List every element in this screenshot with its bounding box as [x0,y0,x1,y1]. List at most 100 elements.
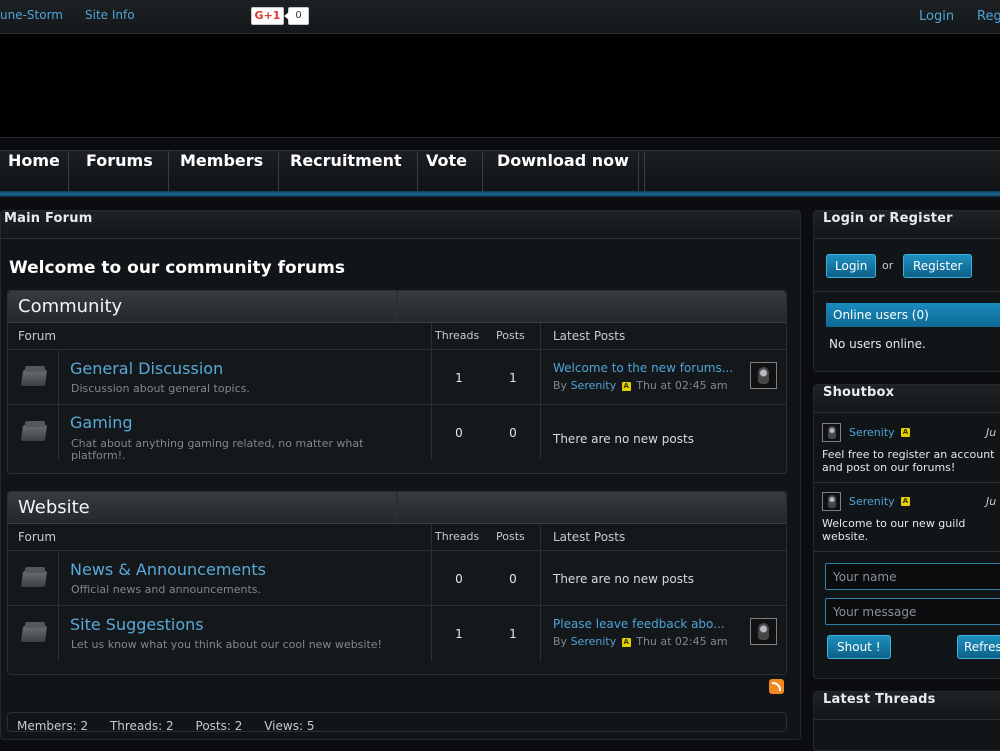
rank-badge: A [901,497,910,506]
forum-row: Site Suggestions Let us know what you th… [8,606,786,661]
site-link[interactable]: une-Storm [0,8,63,22]
stat-posts-label: Posts: [195,719,231,733]
top-bar: une-Storm Site Info G+1 0 Login Reg [0,0,1000,34]
shout-message: Feel free to register an account and pos… [822,448,995,474]
shoutbox-title: Shoutbox [814,385,1000,413]
shout-message: Welcome to our new guild website. [822,517,966,543]
forum-title[interactable]: Gaming [70,413,133,432]
stat-threads-label: Threads: [109,719,163,733]
nav-forums[interactable]: Forums [71,151,169,191]
folder-icon [22,622,48,644]
col-latest: Latest Posts [553,329,626,343]
nav-download[interactable]: Download now [482,151,645,191]
forum-title[interactable]: Site Suggestions [70,615,204,634]
login-link[interactable]: Login [919,9,954,24]
by-label: By [553,379,568,392]
thread-count: 1 [455,627,463,641]
col-posts: Posts [496,329,525,342]
latest-post-time: Thu at 02:45 am [636,379,728,392]
thread-count: 0 [455,426,463,440]
shout-date: Ju [986,426,997,439]
register-button[interactable]: Register [903,254,973,278]
col-threads: Threads [435,329,480,342]
col-forum: Forum [18,329,57,343]
forum-description: Official news and announcements. [71,583,262,596]
shout-date: Ju [986,495,997,508]
category-title[interactable]: Community [8,291,786,323]
forum-title[interactable]: General Discussion [70,359,223,378]
thread-count: 1 [455,371,463,385]
no-posts-text: There are no new posts [553,432,694,446]
header-banner [0,34,1000,138]
panel-title: Main Forum [1,211,800,239]
site-info-link[interactable]: Site Info [85,8,135,22]
latest-threads-panel: Latest Threads [813,691,1000,751]
category-community: Community Forum Threads Posts Latest Pos… [7,290,787,474]
login-button[interactable]: Login [826,254,877,278]
forum-row: General Discussion Discussion about gene… [8,350,786,405]
gplus-button[interactable]: G+1 [251,7,284,25]
user-avatar[interactable] [750,362,777,389]
rank-badge: A [621,381,631,391]
latest-post-link[interactable]: Welcome to the new forums... [553,361,733,375]
online-users-header[interactable]: Online users (0) [826,303,1000,327]
col-threads: Threads [435,530,480,543]
latest-post-user[interactable]: Serenity [571,635,617,648]
by-label: By [553,635,568,648]
stat-posts: 2 [234,719,243,733]
user-avatar[interactable] [822,423,841,442]
divider [814,482,1000,483]
stat-views: 5 [306,719,315,733]
nav-accent-bar [0,191,1000,197]
refresh-button[interactable]: Refresh [957,635,1000,659]
folder-icon [22,366,48,388]
nav-divider [638,151,639,191]
nav-home[interactable]: Home [0,151,69,191]
divider [814,291,1000,292]
shout-button[interactable]: Shout ! [827,635,891,659]
latest-post-user[interactable]: Serenity [571,379,617,392]
forum-title[interactable]: News & Announcements [70,560,266,579]
online-users-text: No users online. [829,337,926,351]
no-posts-text: There are no new posts [553,572,694,586]
column-header: Forum Threads Posts Latest Posts [8,323,786,350]
latest-post-meta: By Serenity A Thu at 02:45 am [553,379,728,392]
latest-post-link[interactable]: Please leave feedback abo... [553,617,725,631]
or-text: or [882,259,894,272]
shout-message-input[interactable] [825,598,1000,625]
shout-user[interactable]: Serenity [849,426,895,439]
forum-row: News & Announcements Official news and a… [8,551,786,606]
latest-post-time: Thu at 02:45 am [636,635,728,648]
forum-description: Chat about anything gaming related, no m… [71,437,364,462]
main-nav: Home Forums Members Recruitment Vote Dow… [0,150,1000,192]
folder-icon [22,567,48,589]
forum-row: Gaming Chat about anything gaming relate… [8,405,786,462]
post-count: 0 [509,426,517,440]
thread-count: 0 [455,572,463,586]
post-count: 1 [509,371,517,385]
page-title: Welcome to our community forums [9,258,345,278]
user-avatar[interactable] [822,492,841,511]
nav-members[interactable]: Members [165,151,280,191]
post-count: 1 [509,627,517,641]
nav-recruitment[interactable]: Recruitment [275,151,418,191]
stat-members-label: Members: [17,719,77,733]
category-title[interactable]: Website [8,492,786,524]
col-posts: Posts [496,530,525,543]
post-count: 0 [509,572,517,586]
divider [814,551,1000,552]
nav-vote[interactable]: Vote [411,151,483,191]
col-latest: Latest Posts [553,530,626,544]
shout-user[interactable]: Serenity [849,495,895,508]
col-forum: Forum [18,530,57,544]
category-website: Website Forum Threads Posts Latest Posts… [7,491,787,675]
register-link[interactable]: Reg [977,9,1000,24]
column-header: Forum Threads Posts Latest Posts [8,524,786,551]
stat-members: 2 [80,719,89,733]
forum-stats: Members: 2 Threads: 2 Posts: 2 Views: 5 [7,712,787,733]
user-avatar[interactable] [750,618,777,645]
latest-threads-title: Latest Threads [814,692,1000,720]
rss-icon[interactable] [769,679,784,694]
shout-name-input[interactable] [825,563,1000,590]
rank-badge: A [621,637,631,647]
